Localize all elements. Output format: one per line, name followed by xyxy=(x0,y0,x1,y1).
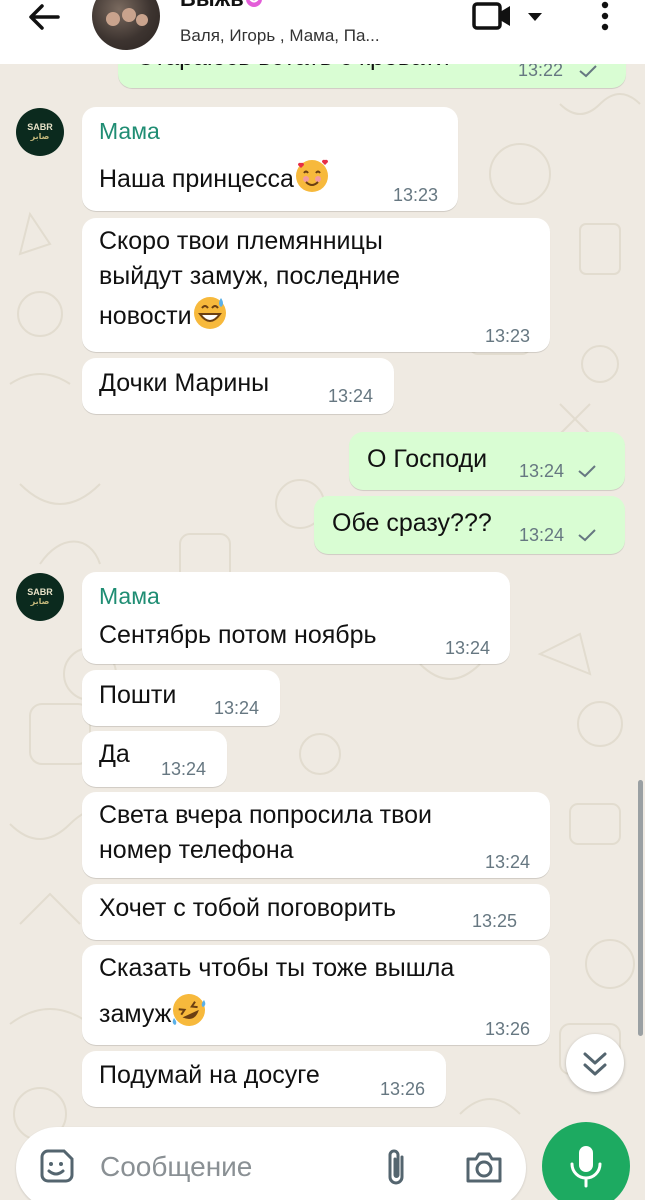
message-time: 13:24 xyxy=(328,386,374,406)
message-bubble-incoming[interactable]: Хочет с тобой поговорить 13:25 xyxy=(82,884,550,940)
chat-scrollbar[interactable] xyxy=(638,780,643,1036)
heart-emoji-icon xyxy=(245,0,262,7)
smiling-face-with-hearts-icon xyxy=(295,159,328,192)
chat-title[interactable]: Выжь xyxy=(180,0,263,12)
message-text: О Господи xyxy=(367,445,488,473)
message-bubble-outgoing[interactable]: Обе сразу??? 13:24 xyxy=(314,496,625,554)
message-time: 13:24 xyxy=(519,461,565,481)
chat-title-text: Выжь xyxy=(180,0,244,11)
chat-header: Выжь Валя, Игорь , Мама, Па... xyxy=(0,0,645,64)
message-line: номер телефона xyxy=(99,836,294,864)
message-time: 13:24 xyxy=(485,852,531,872)
message-line: Скоро твои племянницы xyxy=(99,227,383,255)
mic-button[interactable] xyxy=(542,1122,630,1200)
message-time: 13:26 xyxy=(485,1019,531,1039)
message-time: 13:24 xyxy=(519,525,565,545)
attach-icon[interactable] xyxy=(378,1145,414,1189)
message-text: Сентябрь потом ноябрь xyxy=(99,621,377,649)
message-bubble-incoming[interactable]: Сказать чтобы ты тоже вышла замуж 13:26 xyxy=(82,945,550,1045)
message-time: 13:25 xyxy=(472,911,518,931)
message-bubble-incoming[interactable]: Пошти 13:24 xyxy=(82,670,280,726)
sender-avatar[interactable]: SABR صابر xyxy=(16,108,64,156)
message-bubble-incoming[interactable]: Подумай на досуге 13:26 xyxy=(82,1051,446,1107)
message-text: Дочки Марины xyxy=(99,369,270,397)
scroll-down-icon xyxy=(583,1052,607,1076)
message-time: 13:24 xyxy=(445,638,491,658)
message-bubble-incoming[interactable]: Дочки Марины 13:24 xyxy=(82,358,394,414)
more-vert-icon[interactable] xyxy=(592,0,618,34)
message-input[interactable] xyxy=(100,1147,370,1187)
sticker-icon[interactable] xyxy=(36,1147,76,1187)
scroll-down-button[interactable] xyxy=(566,1034,624,1092)
message-text: Пошти xyxy=(99,681,177,709)
message-bubble-incoming[interactable]: Мама Сентябрь потом ноябрь 13:24 xyxy=(82,572,510,664)
grinning-face-with-sweat-icon xyxy=(193,297,226,329)
message-composer xyxy=(16,1127,526,1200)
dropdown-icon xyxy=(528,13,542,21)
sender-name: Мама xyxy=(99,583,160,609)
message-time: 13:24 xyxy=(161,759,207,779)
message-text: Наша принцесса xyxy=(99,157,330,197)
avatar-subtext: صابر xyxy=(30,132,50,141)
check-icon xyxy=(579,65,597,78)
video-call-icon[interactable] xyxy=(470,0,548,34)
sender-name: Мама xyxy=(99,118,160,144)
message-text: Скоро твои племянницы выйдут замуж, посл… xyxy=(99,224,400,334)
message-line: замуж xyxy=(99,1000,172,1028)
message-line: выйдут замуж, последние xyxy=(99,262,401,290)
message-time: 13:23 xyxy=(393,185,439,205)
avatar-subtext: صابر xyxy=(30,597,50,606)
message-text: Обе сразу??? xyxy=(332,509,492,537)
message-bubble-incoming[interactable]: Мама Наша принцесса 13:23 xyxy=(82,107,458,211)
group-avatar[interactable] xyxy=(92,0,160,50)
message-bubble-incoming[interactable]: Света вчера попросила твои номер телефон… xyxy=(82,792,550,878)
message-bubble-incoming[interactable]: Скоро твои племянницы выйдут замуж, посл… xyxy=(82,218,550,352)
message-bubble-incoming[interactable]: Да 13:24 xyxy=(82,731,227,787)
message-time: 13:24 xyxy=(214,698,260,718)
avatar-text: SABR xyxy=(27,122,53,132)
message-text: Хочет с тобой поговорить xyxy=(99,894,397,922)
chat-members[interactable]: Валя, Игорь , Мама, Па... xyxy=(180,26,380,46)
check-icon xyxy=(578,465,596,478)
back-arrow-icon[interactable] xyxy=(24,2,64,32)
message-line: новости xyxy=(99,302,192,330)
message-text: Да xyxy=(99,740,130,768)
message-bubble-outgoing[interactable]: О Господи 13:24 xyxy=(349,432,625,490)
message-line: Сказать чтобы ты тоже вышла xyxy=(99,954,455,982)
check-icon xyxy=(578,529,596,542)
rolling-on-floor-laughing-icon xyxy=(173,994,206,1026)
message-text: Сказать чтобы ты тоже вышла замуж xyxy=(99,951,454,1032)
message-line: Света вчера попросила твои xyxy=(99,801,432,829)
camera-icon[interactable] xyxy=(464,1149,504,1185)
avatar-text: SABR xyxy=(27,587,53,597)
message-time: 13:26 xyxy=(380,1079,426,1099)
message-time: 13:23 xyxy=(485,326,531,346)
message-line: Наша принцесса xyxy=(99,165,294,193)
mic-icon xyxy=(570,1146,602,1188)
sender-avatar[interactable]: SABR صابر xyxy=(16,573,64,621)
message-text: Света вчера попросила твои номер телефон… xyxy=(99,798,432,868)
message-text: Подумай на досуге xyxy=(99,1061,320,1089)
